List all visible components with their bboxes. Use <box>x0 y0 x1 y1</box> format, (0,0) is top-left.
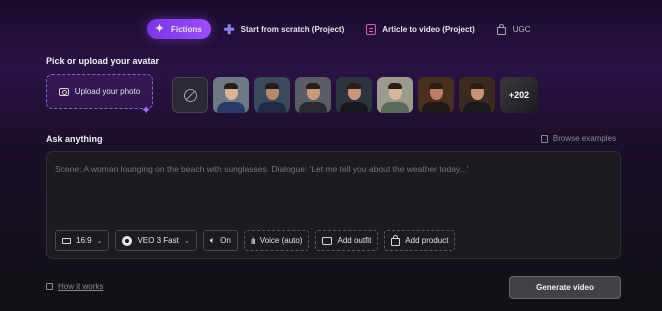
avatar-hair <box>224 83 238 89</box>
sparkle-icon: ✦ <box>141 103 152 117</box>
mode-tabs: ✦ Fictions ✚ Start from scratch (Project… <box>147 18 531 40</box>
how-it-works-link[interactable]: How it works <box>46 282 103 291</box>
avatar-body <box>422 102 450 113</box>
article-icon <box>365 23 376 35</box>
browse-label: Browse examples <box>552 134 616 143</box>
avatar-option[interactable] <box>336 77 372 113</box>
bag-icon <box>391 234 401 246</box>
book-icon <box>540 134 548 143</box>
prompt-textarea[interactable]: Scene: A woman lounging on the beach wit… <box>46 151 621 259</box>
bag-icon <box>496 23 507 35</box>
ask-section-title: Ask anything <box>46 134 103 144</box>
avatar-section-title: Pick or upload your avatar <box>46 56 160 66</box>
generate-label: Generate video <box>536 283 594 292</box>
add-outfit-label: Add outfit <box>337 236 372 245</box>
upload-photo-button[interactable]: Upload your photo <box>46 74 153 109</box>
aspect-ratio-select[interactable]: 16:9 ⌄ <box>55 230 110 251</box>
voice-select[interactable]: ılı Voice (auto) <box>243 230 310 251</box>
tab-label: Fictions <box>171 24 202 34</box>
shirt-icon <box>322 236 333 245</box>
how-it-works-label: How it works <box>58 282 104 291</box>
chevron-down-icon: ⌄ <box>96 237 103 245</box>
avatar-hair <box>265 83 279 89</box>
sparkle-icon: ✦ <box>154 22 165 35</box>
plus-icon: ✚ <box>223 21 235 37</box>
chevron-down-icon: ⌄ <box>183 237 190 245</box>
prompt-placeholder: Scene: A woman lounging on the beach wit… <box>55 164 469 174</box>
avatar-hair <box>347 83 361 89</box>
avatar-list: +202 <box>213 77 538 113</box>
avatar-body <box>381 102 409 113</box>
sound-value: On <box>220 236 231 245</box>
waveform-icon: ılı <box>250 235 256 246</box>
avatar-body <box>217 102 245 113</box>
tab-label: UGC <box>512 24 531 34</box>
avatar-body <box>299 102 327 113</box>
browse-examples-link[interactable]: Browse examples <box>540 134 616 143</box>
avatar-option[interactable] <box>418 77 454 113</box>
avatar-hair <box>388 83 402 89</box>
avatar-hair <box>429 83 443 89</box>
tab-start-from-scratch[interactable]: ✚ Start from scratch (Project) <box>224 19 345 39</box>
tab-article-to-video[interactable]: Article to video (Project) <box>365 19 475 39</box>
speaker-icon: 🔈︎ <box>209 235 216 245</box>
prompt-controls: 16:9 ⌄ VEO 3 Fast ⌄ 🔈︎ On ılı Voice (aut… <box>55 230 456 251</box>
add-product-button[interactable]: Add product <box>384 230 456 251</box>
aspect-ratio-icon <box>62 237 71 244</box>
avatar-body <box>463 102 491 113</box>
upload-label: Upload your photo <box>74 87 141 96</box>
avatar-body <box>340 102 368 113</box>
avatar-option[interactable] <box>254 77 290 113</box>
external-link-icon <box>46 283 53 290</box>
voice-value: Voice (auto) <box>259 236 303 245</box>
tab-ugc[interactable]: UGC <box>496 19 531 39</box>
avatar-option[interactable] <box>213 77 249 113</box>
tab-label: Start from scratch (Project) <box>240 24 345 34</box>
camera-icon <box>58 87 69 96</box>
model-value: VEO 3 Fast <box>137 236 179 245</box>
aspect-ratio-value: 16:9 <box>76 236 92 245</box>
tab-fictions[interactable]: ✦ Fictions <box>147 19 211 39</box>
add-product-label: Add product <box>405 236 449 245</box>
tab-label: Article to video (Project) <box>382 24 475 34</box>
avatar-hair <box>306 83 320 89</box>
avatar-hair <box>470 83 484 89</box>
model-icon <box>122 235 133 246</box>
no-avatar-icon <box>183 88 197 102</box>
avatar-option[interactable] <box>459 77 495 113</box>
more-avatars-button[interactable]: +202 <box>500 77 538 113</box>
add-outfit-button[interactable]: Add outfit <box>315 230 379 251</box>
avatar-body <box>258 102 286 113</box>
avatar-option[interactable] <box>295 77 331 113</box>
no-avatar-option[interactable] <box>172 77 208 113</box>
sound-toggle[interactable]: 🔈︎ On <box>202 230 238 251</box>
generate-video-button[interactable]: Generate video <box>509 276 621 299</box>
avatar-option[interactable] <box>377 77 413 113</box>
model-select[interactable]: VEO 3 Fast ⌄ <box>115 230 197 251</box>
